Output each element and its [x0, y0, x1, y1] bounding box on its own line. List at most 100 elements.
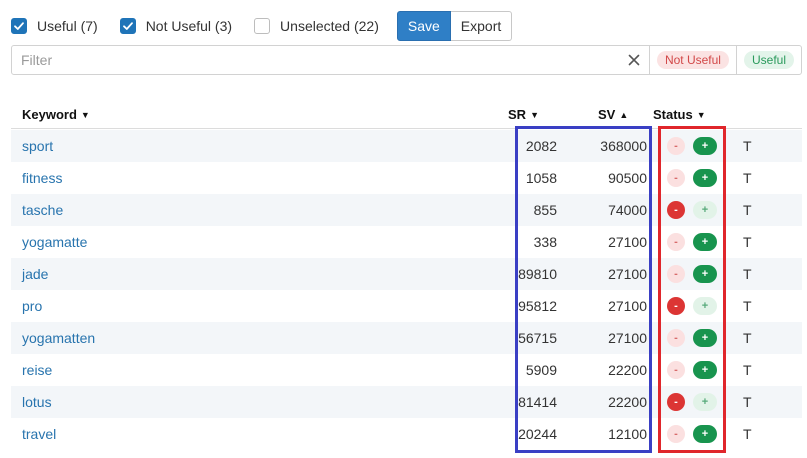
keyword-link[interactable]: travel	[22, 426, 56, 442]
t-marker[interactable]: T	[743, 266, 752, 282]
mark-useful-button[interactable]: +	[693, 233, 717, 251]
t-marker[interactable]: T	[743, 170, 752, 186]
table-header: Keyword ▼ SR ▼ SV ▲ Status ▼	[11, 100, 802, 129]
sv-value: 27100	[608, 266, 647, 282]
sort-desc-icon: ▼	[80, 109, 90, 120]
keyword-link[interactable]: jade	[22, 266, 48, 282]
sort-desc-icon: ▼	[530, 109, 539, 120]
save-button[interactable]: Save	[396, 11, 451, 41]
sv-value: 22200	[608, 394, 647, 410]
table-row: pro 95812 27100 - + T	[11, 290, 802, 322]
mark-useful-button[interactable]: +	[693, 329, 717, 347]
sr-value: 95812	[518, 298, 557, 314]
export-button[interactable]: Export	[450, 11, 513, 41]
keyword-link[interactable]: reise	[22, 362, 52, 378]
not-useful-filter-toggle[interactable]: Not Useful	[650, 46, 736, 74]
keyword-link[interactable]: fitness	[22, 170, 62, 186]
t-marker[interactable]: T	[743, 234, 752, 250]
filter-bar: Not Useful Useful	[11, 45, 802, 75]
action-button-group: Save Export	[396, 11, 513, 41]
mark-useful-button[interactable]: +	[693, 169, 717, 187]
sv-header-label: SV	[598, 107, 616, 122]
mark-not-useful-button[interactable]: -	[667, 361, 685, 379]
t-marker[interactable]: T	[743, 298, 752, 314]
table-row: jade 89810 27100 - + T	[11, 258, 802, 290]
sr-column-header[interactable]: SR ▼	[508, 107, 539, 122]
t-marker[interactable]: T	[743, 138, 752, 154]
mark-not-useful-button[interactable]: -	[667, 425, 685, 443]
mark-not-useful-button[interactable]: -	[667, 265, 685, 283]
useful-filter-toggle[interactable]: Useful	[737, 46, 801, 74]
sr-value: 855	[533, 202, 557, 218]
clear-filter-icon[interactable]	[619, 46, 649, 74]
sv-value: 12100	[608, 426, 647, 442]
sr-value: 89810	[518, 266, 557, 282]
useful-checkbox[interactable]: Useful (7)	[11, 18, 98, 34]
t-marker[interactable]: T	[743, 330, 752, 346]
table-row: tasche 855 74000 - + T	[11, 194, 802, 226]
table-row: travel 20244 12100 - + T	[11, 418, 802, 450]
keyword-header-label: Keyword	[22, 107, 77, 122]
t-marker[interactable]: T	[743, 394, 752, 410]
not-useful-checkbox[interactable]: Not Useful (3)	[119, 18, 233, 34]
sv-value: 27100	[608, 234, 647, 250]
sr-value: 338	[533, 234, 557, 250]
keyword-link[interactable]: yogamatte	[22, 234, 87, 250]
t-marker[interactable]: T	[743, 426, 752, 442]
table-row: reise 5909 22200 - + T	[11, 354, 802, 386]
table-row: sport 2082 368000 - + T	[11, 130, 802, 162]
checkbox-checked-icon	[119, 18, 136, 34]
mark-useful-button[interactable]: +	[693, 137, 717, 155]
sv-value: 27100	[608, 298, 647, 314]
sr-value: 2082	[525, 138, 557, 154]
table-row: yogamatten 56715 27100 - + T	[11, 322, 802, 354]
mark-not-useful-button[interactable]: -	[667, 169, 685, 187]
keyword-link[interactable]: sport	[22, 138, 53, 154]
sr-value: 20244	[518, 426, 557, 442]
mark-useful-button[interactable]: +	[693, 297, 717, 315]
t-marker[interactable]: T	[743, 202, 752, 218]
table-row: lotus 81414 22200 - + T	[11, 386, 802, 418]
useful-checkbox-label: Useful (7)	[37, 18, 98, 34]
mark-useful-button[interactable]: +	[693, 361, 717, 379]
status-header-label: Status	[653, 107, 693, 122]
keyword-column-header[interactable]: Keyword ▼	[22, 107, 90, 122]
mark-useful-button[interactable]: +	[693, 393, 717, 411]
unselected-checkbox[interactable]: Unselected (22)	[254, 18, 379, 34]
table-row: yogamatte 338 27100 - + T	[11, 226, 802, 258]
mark-useful-button[interactable]: +	[693, 201, 717, 219]
sv-value: 27100	[608, 330, 647, 346]
mark-not-useful-button[interactable]: -	[667, 201, 685, 219]
not-useful-chip: Not Useful	[656, 51, 729, 69]
filter-input[interactable]	[12, 46, 619, 74]
keyword-link[interactable]: pro	[22, 298, 42, 314]
keyword-link[interactable]: lotus	[22, 394, 52, 410]
mark-not-useful-button[interactable]: -	[667, 297, 685, 315]
useful-chip: Useful	[743, 51, 794, 69]
sr-value: 56715	[518, 330, 557, 346]
sv-value: 74000	[608, 202, 647, 218]
mark-not-useful-button[interactable]: -	[667, 393, 685, 411]
table-body: sport 2082 368000- + Tfitness 1058 90500- + Ttas…	[11, 130, 802, 450]
keyword-link[interactable]: yogamatten	[22, 330, 95, 346]
sv-column-header[interactable]: SV ▲	[598, 107, 628, 122]
sr-value: 5909	[525, 362, 557, 378]
mark-not-useful-button[interactable]: -	[667, 233, 685, 251]
status-column-header[interactable]: Status ▼	[653, 107, 706, 122]
checkbox-unchecked-icon	[254, 18, 271, 34]
table-row: fitness 1058 90500 - + T	[11, 162, 802, 194]
not-useful-checkbox-label: Not Useful (3)	[145, 18, 233, 34]
t-marker[interactable]: T	[743, 362, 752, 378]
mark-useful-button[interactable]: +	[693, 265, 717, 283]
keyword-link[interactable]: tasche	[22, 202, 63, 218]
sort-asc-icon: ▲	[619, 109, 629, 120]
checkbox-checked-icon	[11, 18, 27, 34]
mark-useful-button[interactable]: +	[693, 425, 717, 443]
sr-header-label: SR	[508, 107, 527, 122]
unselected-checkbox-label: Unselected (22)	[280, 18, 379, 34]
toolbar: Useful (7) Not Useful (3) Unselected (22…	[11, 11, 513, 41]
sv-value: 368000	[600, 138, 647, 154]
mark-not-useful-button[interactable]: -	[667, 329, 685, 347]
mark-not-useful-button[interactable]: -	[667, 137, 685, 155]
sr-value: 1058	[525, 170, 557, 186]
